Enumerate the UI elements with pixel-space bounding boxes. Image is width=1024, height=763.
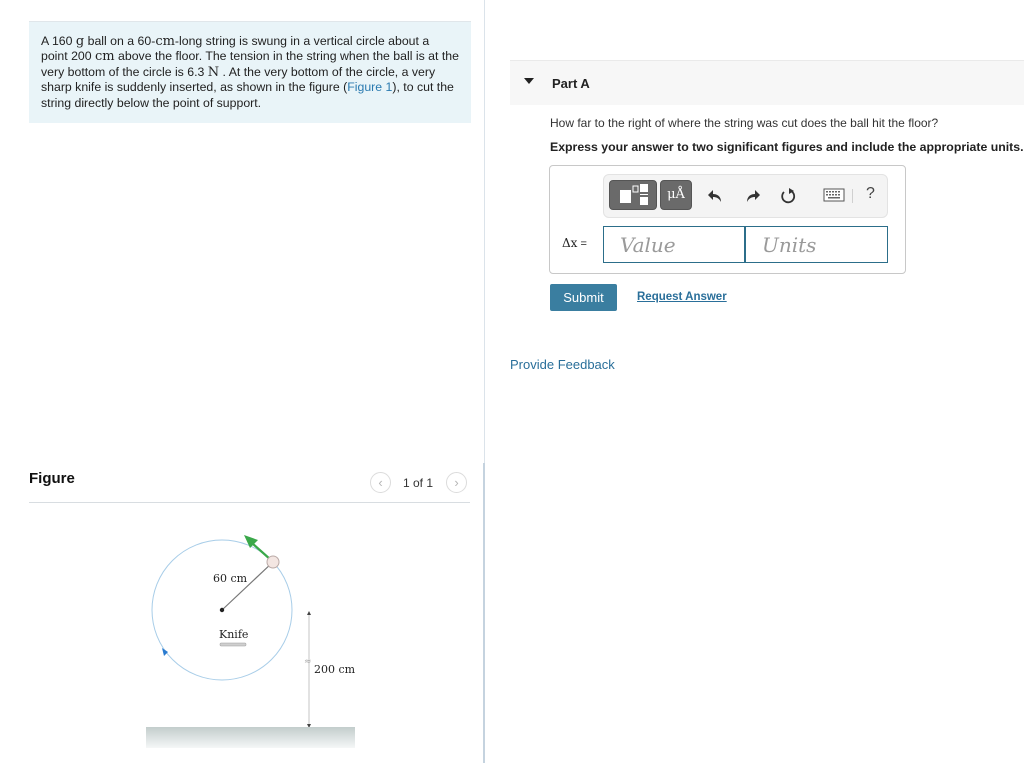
undo-icon[interactable] [706, 185, 726, 207]
figure-header: Figure ‹ 1 of 1 › [29, 466, 470, 503]
chevron-right-icon: › [454, 475, 459, 490]
direction-arrowhead-icon [162, 648, 168, 656]
request-answer-link[interactable]: Request Answer [637, 291, 727, 303]
answer-label: Δx = [562, 236, 587, 250]
templates-icon [620, 184, 648, 205]
height-label: 200 cm [314, 663, 356, 676]
figure-link[interactable]: Figure 1 [347, 80, 392, 94]
pivot-point [219, 607, 225, 613]
toolbar-separator [852, 189, 853, 203]
part-a-header[interactable]: Part A [510, 60, 1024, 105]
redo-icon[interactable] [742, 185, 762, 207]
break-mark: ≈ [304, 657, 312, 667]
knife-label: Knife [219, 628, 248, 641]
help-button[interactable]: ? [866, 185, 875, 203]
answer-variable: Δx [562, 236, 578, 250]
figure-prev-button[interactable]: ‹ [370, 472, 391, 493]
pane-divider [484, 0, 485, 463]
figure-title: Figure [29, 470, 75, 487]
chevron-left-icon: ‹ [378, 475, 383, 490]
answer-equals: = [577, 238, 587, 250]
value-input[interactable] [603, 226, 745, 263]
figure-diagram: 60 cm Knife ≈ 200 cm [146, 535, 356, 748]
unit-symbol: cm [95, 49, 115, 65]
templates-button[interactable] [609, 180, 657, 210]
height-top-arrow-icon [307, 611, 311, 615]
units-button[interactable]: μÅ [660, 180, 692, 210]
units-input[interactable] [745, 226, 888, 263]
caret-down-icon [524, 78, 534, 84]
problem-statement: A 160 g ball on a 60-cm-long string is s… [29, 21, 471, 123]
figure-next-button[interactable]: › [446, 472, 467, 493]
ball [266, 555, 280, 569]
left-pane: A 160 g ball on a 60-cm-long string is s… [0, 0, 484, 763]
pane-divider-resize-handle[interactable] [483, 463, 485, 763]
figure-pager: 1 of 1 [403, 476, 434, 490]
part-title: Part A [552, 76, 590, 91]
submit-button[interactable]: Submit [550, 284, 617, 311]
unit-symbol: N [207, 64, 220, 80]
string [221, 561, 274, 611]
math-toolbar: μÅ ? [603, 174, 888, 218]
unit-symbol: g [75, 34, 85, 49]
instruction-text: Express your answer to two significant f… [550, 140, 1024, 154]
knife [219, 642, 247, 647]
problem-text: A 160 [41, 34, 76, 48]
keyboard-icon[interactable] [823, 188, 845, 202]
answer-box: μÅ ? Δx = [549, 165, 906, 274]
floor [146, 727, 355, 748]
provide-feedback-link[interactable]: Provide Feedback [510, 357, 615, 372]
radius-label: 60 cm [213, 572, 248, 585]
reset-icon[interactable] [778, 185, 798, 207]
unit-symbol: cm [155, 34, 175, 49]
problem-text: ball on a 60- [84, 34, 156, 48]
question-text: How far to the right of where the string… [550, 116, 939, 130]
